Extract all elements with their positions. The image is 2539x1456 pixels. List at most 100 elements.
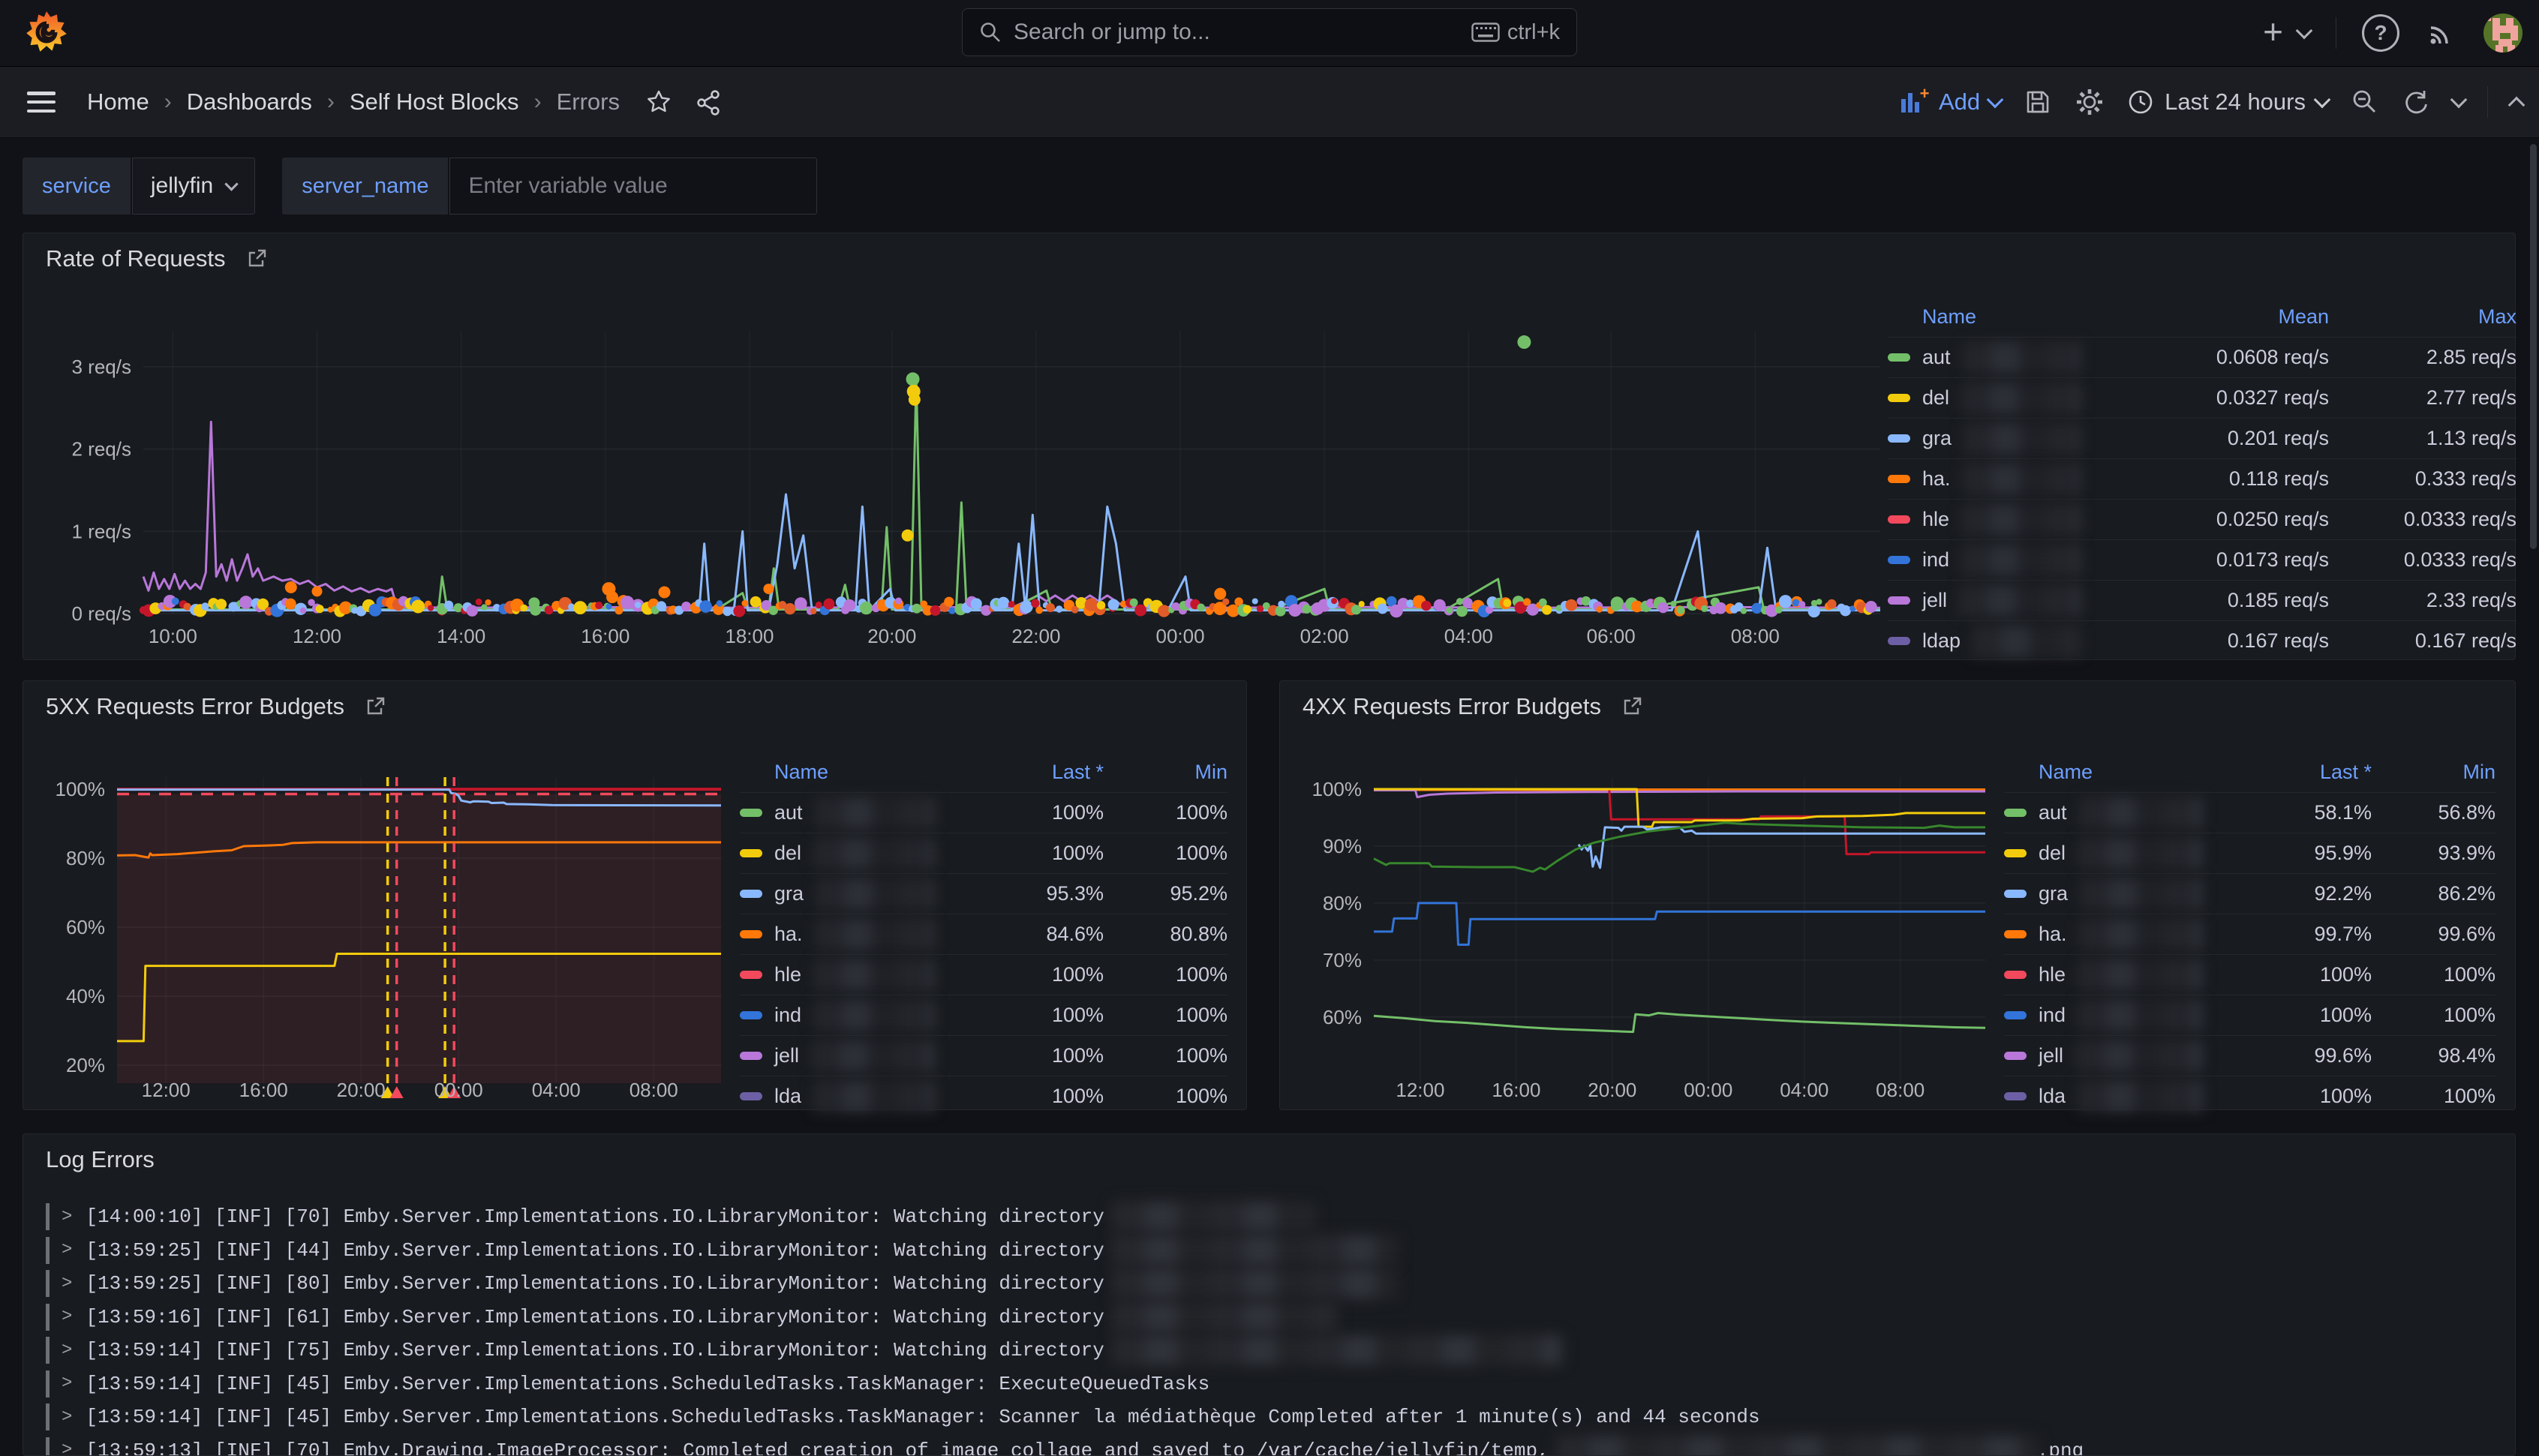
variable-service-select[interactable]: jellyfin <box>132 158 255 215</box>
legend-series-toggle[interactable]: ha. <box>1888 464 2081 495</box>
log-expand-chevron-icon[interactable]: > <box>62 1207 72 1227</box>
external-link-icon[interactable] <box>245 248 268 270</box>
legend-series-toggle[interactable]: lda <box>2004 1081 2203 1112</box>
scrollbar[interactable] <box>2530 144 2537 549</box>
series-name-prefix: ind <box>774 1004 801 1027</box>
panel-title-log-errors[interactable]: Log Errors <box>46 1146 155 1173</box>
legend-col-v1[interactable]: Mean <box>2081 305 2329 329</box>
legend-col-v1[interactable]: Last * <box>935 761 1104 784</box>
redacted-log-text <box>1112 1235 1397 1265</box>
legend-series-toggle[interactable]: ind <box>2004 1000 2203 1031</box>
legend-series-toggle[interactable]: aut <box>2004 797 2203 829</box>
log-expand-chevron-icon[interactable]: > <box>62 1274 72 1294</box>
legend-col-name[interactable]: Name <box>1922 305 1976 329</box>
log-expand-chevron-icon[interactable]: > <box>62 1440 72 1456</box>
breadcrumb-item-home[interactable]: Home <box>87 89 149 116</box>
legend-value-2: 2.33 req/s <box>2329 589 2516 612</box>
time-range-picker[interactable]: Last 24 hours <box>2127 89 2328 116</box>
legend-series-toggle[interactable]: hle <box>1888 504 2081 536</box>
rate-of-requests-chart[interactable]: 0 req/s1 req/s2 req/s3 req/s10:0012:0014… <box>46 293 1888 653</box>
menu-toggle-icon[interactable] <box>27 92 56 113</box>
user-avatar[interactable] <box>2483 14 2522 53</box>
refresh-interval-chevron-icon[interactable] <box>2453 98 2465 106</box>
legend-series-toggle[interactable]: hle <box>740 959 935 991</box>
legend-value-2: 100% <box>1104 1004 1227 1027</box>
panel-title-4xx[interactable]: 4XX Requests Error Budgets <box>1303 693 1643 720</box>
legend-value-2: 100% <box>1104 963 1227 986</box>
refresh-icon[interactable] <box>2402 88 2430 116</box>
dashboard-settings-gear-icon[interactable] <box>2075 87 2105 117</box>
legend-col-name[interactable]: Name <box>2039 761 2093 784</box>
legend-series-toggle[interactable]: ha. <box>740 919 935 950</box>
new-chevron-down-icon[interactable] <box>2298 29 2310 37</box>
legend-series-toggle[interactable]: lda <box>740 1081 935 1112</box>
breadcrumb-item-dashboards[interactable]: Dashboards <box>187 89 312 116</box>
legend-series-toggle[interactable]: del <box>740 838 935 869</box>
legend-series-toggle[interactable]: ind <box>740 1000 935 1031</box>
grafana-logo-icon[interactable] <box>24 9 69 56</box>
external-link-icon[interactable] <box>1621 695 1643 718</box>
redacted-series-name <box>2078 838 2203 869</box>
legend-series-toggle[interactable]: jell <box>1888 585 2081 617</box>
log-line[interactable]: >[13:59:14] [INF] [45] Emby.Server.Imple… <box>46 1400 2492 1434</box>
legend-col-v2[interactable]: Min <box>1104 761 1227 784</box>
log-line[interactable]: >[13:59:14] [INF] [75] Emby.Server.Imple… <box>46 1334 2492 1367</box>
add-panel-button[interactable]: + Add <box>1900 89 2001 116</box>
legend-series-toggle[interactable]: gra <box>1888 423 2081 455</box>
legend-series-toggle[interactable]: aut <box>740 797 935 829</box>
news-icon[interactable] <box>2425 17 2458 50</box>
share-icon[interactable] <box>695 89 722 116</box>
legend-series-toggle[interactable]: gra <box>2004 878 2203 910</box>
search-input[interactable]: Search or jump to... ctrl+k <box>962 8 1577 56</box>
legend-series-toggle[interactable]: ldap <box>1888 626 2081 657</box>
series-name-prefix: ha. <box>2039 923 2067 946</box>
add-panel-icon: + <box>1900 89 1930 116</box>
budget-4xx-chart[interactable]: 100%90%80%70%60%12:0016:0020:0000:0004:0… <box>1288 747 1997 1100</box>
variable-server-name-input[interactable]: Enter variable value <box>449 158 817 215</box>
breadcrumb-separator: › <box>534 89 542 115</box>
panel-title-5xx[interactable]: 5XX Requests Error Budgets <box>46 693 386 720</box>
log-line[interactable]: >[13:59:25] [INF] [80] Emby.Server.Imple… <box>46 1267 2492 1301</box>
panel-title-rate-of-requests[interactable]: Rate of Requests <box>46 245 268 272</box>
log-expand-chevron-icon[interactable]: > <box>62 1240 72 1260</box>
redacted-series-name <box>815 797 935 829</box>
legend-col-name[interactable]: Name <box>774 761 828 784</box>
zoom-out-icon[interactable] <box>2351 88 2379 116</box>
top-nav-bar: Search or jump to... ctrl+k + ? <box>0 0 2539 67</box>
legend-series-toggle[interactable]: ha. <box>2004 919 2203 950</box>
svg-text:12:00: 12:00 <box>1396 1079 1444 1100</box>
legend-series-toggle[interactable]: del <box>2004 838 2203 869</box>
log-line[interactable]: >[13:59:14] [INF] [45] Emby.Server.Imple… <box>46 1367 2492 1401</box>
search-placeholder: Search or jump to... <box>1014 20 1471 45</box>
log-expand-chevron-icon[interactable]: > <box>62 1340 72 1361</box>
legend-series-toggle[interactable]: jell <box>2004 1040 2203 1072</box>
log-line[interactable]: >[13:59:25] [INF] [44] Emby.Server.Imple… <box>46 1234 2492 1268</box>
legend-series-toggle[interactable]: hle <box>2004 959 2203 991</box>
budget-5xx-chart[interactable]: 100%80%60%40%20%12:0016:0020:0000:0004:0… <box>31 747 732 1100</box>
breadcrumb-item-self-host-blocks[interactable]: Self Host Blocks <box>350 89 519 116</box>
legend-series-toggle[interactable]: del <box>1888 383 2081 414</box>
help-icon[interactable]: ? <box>2362 14 2399 52</box>
collapse-toolbar-chevron-up-icon[interactable] <box>2510 93 2522 111</box>
log-line[interactable]: >[14:00:10] [INF] [70] Emby.Server.Imple… <box>46 1200 2492 1234</box>
legend-col-v1[interactable]: Last * <box>2203 761 2372 784</box>
legend-series-toggle[interactable]: jell <box>740 1040 935 1072</box>
favorite-star-icon[interactable] <box>645 89 672 116</box>
legend-col-v2[interactable]: Max <box>2329 305 2516 329</box>
legend-series-toggle[interactable]: ind <box>1888 545 2081 576</box>
legend-series-toggle[interactable]: aut <box>1888 342 2081 374</box>
legend-col-v2[interactable]: Min <box>2372 761 2495 784</box>
log-expand-chevron-icon[interactable]: > <box>62 1373 72 1394</box>
legend-row: ha.84.6%80.8% <box>740 914 1227 954</box>
log-line[interactable]: >[13:59:13] [INF] [70] Emby.Drawing.Imag… <box>46 1434 2492 1456</box>
new-button[interactable]: + <box>2263 17 2283 49</box>
series-color-swatch-icon <box>740 1052 762 1060</box>
log-expand-chevron-icon[interactable]: > <box>62 1307 72 1327</box>
log-expand-chevron-icon[interactable]: > <box>62 1407 72 1427</box>
legend-series-toggle[interactable]: gra <box>740 878 935 910</box>
log-line[interactable]: >[13:59:16] [INF] [61] Emby.Server.Imple… <box>46 1301 2492 1334</box>
series-name-prefix: aut <box>774 801 803 824</box>
svg-text:08:00: 08:00 <box>629 1079 678 1100</box>
save-dashboard-icon[interactable] <box>2024 88 2052 116</box>
external-link-icon[interactable] <box>364 695 386 718</box>
